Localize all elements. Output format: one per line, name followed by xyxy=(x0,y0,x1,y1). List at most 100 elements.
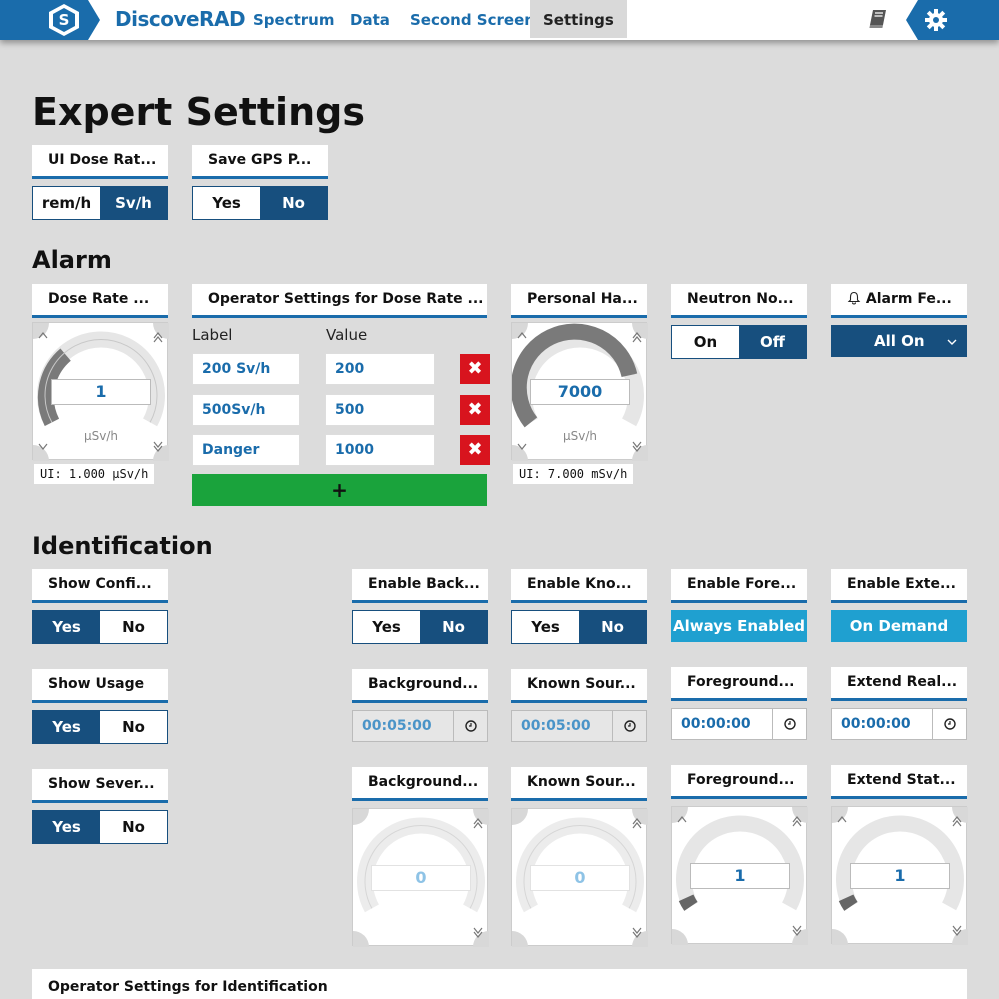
background-time-field[interactable]: 00:05:00 xyxy=(352,710,488,742)
extend-stat-gauge-value[interactable]: 1 xyxy=(850,863,950,889)
toggle-no[interactable]: No xyxy=(100,611,167,643)
background-gauge-value[interactable]: 0 xyxy=(371,865,471,891)
known-source-time-field[interactable]: 00:05:00 xyxy=(511,710,647,742)
logo-letter: S xyxy=(53,8,75,32)
background-gauge[interactable]: 0 xyxy=(352,808,489,947)
dose-rate-label: Dose Rate ... xyxy=(32,284,168,318)
brand-name: DiscoveRAD xyxy=(115,7,246,31)
add-row-button[interactable]: + xyxy=(192,474,487,506)
nav-second-screen[interactable]: Second Screen xyxy=(397,0,548,38)
op-row-value-input[interactable]: 500 xyxy=(325,394,435,426)
toggle-yes[interactable]: Yes xyxy=(353,611,420,643)
foreground-time-label: Foreground... xyxy=(671,667,807,701)
foreground-time-field[interactable]: 00:00:00 xyxy=(671,708,807,740)
toggle-yes[interactable]: Yes xyxy=(33,711,100,743)
extend-real-time-field[interactable]: 00:00:00 xyxy=(831,708,967,740)
enable-kno-toggle: Yes No xyxy=(511,610,647,644)
enable-back-toggle: Yes No xyxy=(352,610,488,644)
delete-row-button[interactable]: ✖ xyxy=(460,354,490,384)
alarm-section-title: Alarm xyxy=(32,246,112,274)
toggle-yes[interactable]: Yes xyxy=(512,611,579,643)
personal-unit: µSv/h xyxy=(562,429,597,443)
delete-row-button[interactable]: ✖ xyxy=(460,435,490,465)
identification-section-title: Identification xyxy=(32,532,213,560)
neutron-label: Neutron No... xyxy=(671,284,807,318)
clock-button[interactable] xyxy=(453,711,487,741)
clock-button[interactable] xyxy=(772,709,806,739)
save-gps-toggle: Yes No xyxy=(192,186,328,220)
known-source-time-label: Known Sour... xyxy=(511,669,647,703)
background-time-label: Background... xyxy=(352,669,488,703)
extend-stat-gauge[interactable]: 1 xyxy=(831,806,968,945)
enable-kno-label: Enable Kno... xyxy=(511,569,647,603)
extend-real-time-label: Extend Real... xyxy=(831,667,967,701)
foreground-gauge[interactable]: 1 xyxy=(671,806,808,945)
personal-value[interactable]: 7000 xyxy=(530,379,630,405)
clock-icon xyxy=(943,718,956,730)
page-title: Expert Settings xyxy=(32,90,365,134)
op-col-label: Label xyxy=(192,326,233,344)
toggle-sv-h[interactable]: Sv/h xyxy=(100,187,167,219)
ui-dose-rate-label: UI Dose Rat... xyxy=(32,145,168,179)
alarm-fe-header: Alarm Fe... xyxy=(831,284,967,318)
toggle-yes[interactable]: Yes xyxy=(193,187,260,219)
gear-icon[interactable] xyxy=(924,8,948,32)
enable-fore-button[interactable]: Always Enabled xyxy=(671,610,807,642)
chevron-down-icon xyxy=(947,339,957,345)
top-bar: S DiscoveRAD Spectrum Data Second Screen… xyxy=(0,0,999,40)
toggle-no[interactable]: No xyxy=(420,611,487,643)
show-usage-toggle: Yes No xyxy=(32,710,168,744)
toggle-yes[interactable]: Yes xyxy=(33,611,100,643)
nav-settings[interactable]: Settings xyxy=(530,0,627,38)
clock-button[interactable] xyxy=(612,711,646,741)
foreground-gauge-value[interactable]: 1 xyxy=(690,863,790,889)
save-gps-label: Save GPS P... xyxy=(192,145,328,179)
op-row-value-input[interactable]: 200 xyxy=(325,353,435,385)
alarm-fe-label: Alarm Fe... xyxy=(865,291,952,307)
toggle-no[interactable]: No xyxy=(100,811,167,843)
delete-row-button[interactable]: ✖ xyxy=(460,395,490,425)
known-source-gauge[interactable]: 0 xyxy=(511,808,648,947)
op-row-value-input[interactable]: 1000 xyxy=(325,434,435,466)
time-value: 00:00:00 xyxy=(841,716,911,732)
enable-fore-label: Enable Fore... xyxy=(671,569,807,603)
nav-data[interactable]: Data xyxy=(337,0,403,38)
dose-rate-info: UI: 1.000 µSv/h xyxy=(34,464,155,484)
toggle-on[interactable]: On xyxy=(672,326,739,358)
enable-exte-button[interactable]: On Demand xyxy=(831,610,967,642)
personal-label: Personal Ha... xyxy=(511,284,647,318)
show-sever-toggle: Yes No xyxy=(32,810,168,844)
dose-rate-value[interactable]: 1 xyxy=(51,379,151,405)
toggle-yes[interactable]: Yes xyxy=(33,811,100,843)
op-row-label-input[interactable]: 200 Sv/h xyxy=(192,353,300,385)
show-sever-label: Show Sever... xyxy=(32,769,168,803)
known-source-gauge-value[interactable]: 0 xyxy=(530,865,630,891)
alarm-fe-value: All On xyxy=(874,332,925,350)
toggle-no[interactable]: No xyxy=(260,187,327,219)
op-col-value: Value xyxy=(326,326,368,344)
time-value: 00:05:00 xyxy=(521,718,591,734)
toggle-no[interactable]: No xyxy=(579,611,646,643)
clock-icon xyxy=(464,720,477,732)
nav-spectrum[interactable]: Spectrum xyxy=(240,0,347,38)
show-confi-label: Show Confi... xyxy=(32,569,168,603)
toggle-no[interactable]: No xyxy=(100,711,167,743)
book-icon[interactable] xyxy=(867,8,889,30)
clock-icon xyxy=(783,718,796,730)
op-row-label-input[interactable]: 500Sv/h xyxy=(192,394,300,426)
gear-block xyxy=(906,0,999,40)
extend-stat-gauge-label: Extend Stat... xyxy=(831,765,967,799)
clock-icon xyxy=(623,720,636,732)
clock-button[interactable] xyxy=(932,709,966,739)
alarm-fe-select[interactable]: All On xyxy=(831,325,967,357)
personal-info: UI: 7.000 mSv/h xyxy=(513,464,634,484)
ui-dose-rate-toggle: rem/h Sv/h xyxy=(32,186,168,220)
time-value: 00:05:00 xyxy=(362,718,432,734)
toggle-rem-h[interactable]: rem/h xyxy=(33,187,100,219)
personal-gauge[interactable]: 7000 µSv/h xyxy=(511,322,648,461)
op-row-label-input[interactable]: Danger xyxy=(192,434,300,466)
enable-back-label: Enable Back... xyxy=(352,569,488,603)
toggle-off[interactable]: Off xyxy=(739,326,806,358)
known-source-gauge-label: Known Sour... xyxy=(511,767,647,801)
dose-rate-gauge[interactable]: 1 µSv/h xyxy=(32,322,169,461)
